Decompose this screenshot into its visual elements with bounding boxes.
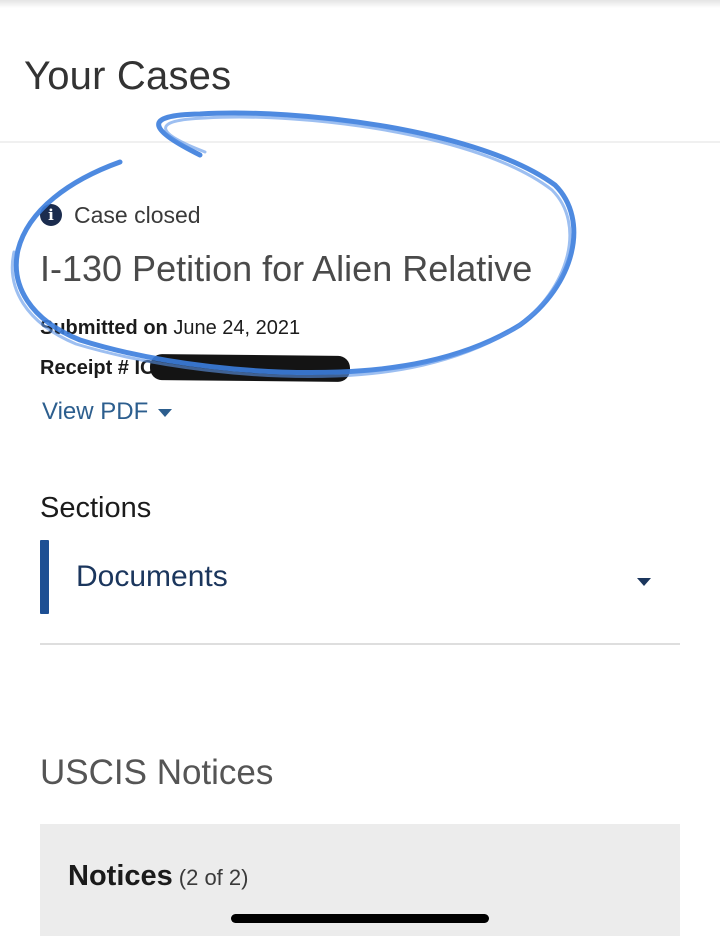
submitted-date-row: Submitted on June 24, 2021	[40, 317, 300, 340]
caret-down-icon	[158, 409, 173, 417]
case-title: I-130 Petition for Alien Relative	[40, 248, 533, 289]
page-title: Your Cases	[24, 54, 232, 98]
notices-count: (2 of 2)	[178, 865, 249, 890]
chevron-down-icon	[637, 578, 651, 586]
notices-label: Notices	[68, 860, 173, 892]
accordion-documents-label: Documents	[76, 560, 228, 593]
receipt-label: Receipt # IO	[40, 357, 156, 379]
submitted-date: June 24, 2021	[173, 317, 301, 339]
submitted-label: Submitted on	[40, 317, 168, 339]
accordion-documents[interactable]: Documents	[40, 540, 680, 614]
view-pdf-link[interactable]: View PDF	[42, 398, 173, 426]
notices-heading: USCIS Notices	[40, 753, 274, 792]
sections-divider	[40, 643, 680, 645]
title-divider	[0, 141, 720, 143]
case-status-text: Case closed	[74, 201, 201, 228]
accordion-accent-bar	[40, 540, 49, 614]
receipt-number-row: Receipt # IO	[40, 357, 156, 380]
receipt-redaction-mark	[149, 353, 351, 383]
case-status: i Case closed	[40, 200, 201, 230]
notices-title: Notices (2 of 2)	[68, 860, 248, 893]
info-icon: i	[40, 204, 62, 226]
home-indicator[interactable]	[231, 914, 489, 923]
top-bar-shadow	[0, 0, 720, 8]
view-pdf-label: View PDF	[42, 398, 149, 425]
sections-heading: Sections	[40, 492, 152, 524]
